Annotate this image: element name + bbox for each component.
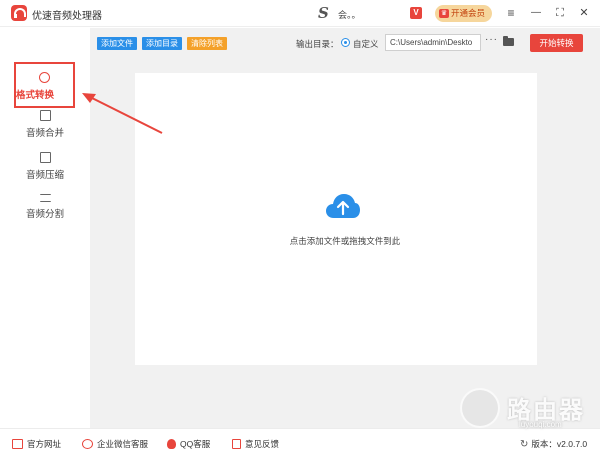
vip-button-label: 开通会员 [451, 8, 486, 18]
monitor-icon [12, 439, 23, 449]
sidebar-item-label: 格式转换 [16, 90, 55, 101]
qq-service-link[interactable]: QQ客服 [167, 438, 210, 450]
custom-radio[interactable] [341, 38, 350, 47]
app-logo-icon [11, 5, 30, 21]
sidebar-item-label: 音频分割 [25, 209, 64, 220]
output-path-input[interactable] [385, 34, 481, 51]
sidebar: 格式转换 音频合并 音频压缩 音频分割 [0, 28, 90, 428]
crown-icon: ♛ [439, 9, 449, 18]
maximize-button[interactable]: ⛶ [552, 4, 568, 22]
title-bar: 优速音频处理器 S 会。。 V ♛ 开通会员 ≡ — ⛶ ✕ [0, 0, 600, 27]
vip-button[interactable]: ♛ 开通会员 [435, 5, 492, 22]
minimize-button[interactable]: — [528, 4, 544, 22]
cloud-upload-icon [326, 194, 360, 218]
sidebar-item-label: 音频压缩 [25, 170, 64, 181]
sidebar-item-format-convert[interactable]: 格式转换 [14, 62, 75, 108]
audio-merge-icon [39, 110, 51, 121]
official-site-label: 官方网址 [27, 439, 62, 449]
version-label: 版本：v2.0.7.0 [531, 439, 588, 449]
sidebar-item-audio-split[interactable]: 音频分割 [0, 194, 90, 220]
official-site-link[interactable]: 官方网址 [12, 438, 61, 450]
vip-badge-icon[interactable]: V [410, 7, 422, 19]
clear-list-button[interactable]: 清除列表 [187, 37, 227, 50]
close-button[interactable]: ✕ [576, 4, 592, 22]
add-folder-button[interactable]: 添加目录 [142, 37, 182, 50]
main-panel: 添加文件 添加目录 清除列表 输出目录： 自定义 ··· 开始转换 点击添加文件… [90, 28, 600, 428]
refresh-icon: ↻ [520, 439, 529, 450]
custom-radio-label[interactable]: 自定义 [353, 38, 379, 50]
audio-compress-icon [39, 152, 51, 163]
sidebar-item-audio-compress[interactable]: 音频压缩 [0, 152, 90, 181]
sidebar-item-label: 音频合并 [25, 128, 64, 139]
wechat-service-link[interactable]: 企业微信客服 [82, 438, 148, 450]
menu-icon[interactable]: ≡ [503, 4, 519, 22]
feedback-icon [232, 439, 241, 449]
file-drop-area[interactable]: 点击添加文件或拖拽文件到此 [135, 73, 537, 365]
app-title: 优速音频处理器 [32, 11, 102, 22]
feedback-link[interactable]: 意见反馈 [232, 438, 279, 450]
start-convert-button[interactable]: 开始转换 [530, 34, 583, 52]
feedback-label: 意见反馈 [245, 439, 280, 449]
audio-split-icon [39, 194, 51, 202]
version-info[interactable]: ↻ 版本：v2.0.7.0 [520, 438, 587, 450]
folder-icon[interactable] [503, 36, 514, 46]
router-logo-icon [460, 388, 500, 428]
add-file-button[interactable]: 添加文件 [97, 37, 137, 50]
watermark: 路由器 luyouqi.com [455, 388, 600, 438]
wechat-service-label: 企业微信客服 [97, 439, 149, 449]
sidebar-item-audio-merge[interactable]: 音频合并 [0, 110, 90, 139]
format-convert-icon [39, 72, 50, 83]
watermark-sub: luyouqi.com [519, 420, 562, 429]
qq-service-label: QQ客服 [180, 439, 211, 449]
user-avatar-icon[interactable]: S [318, 5, 334, 21]
wechat-icon [82, 439, 93, 449]
user-name[interactable]: 会。。 [338, 8, 361, 21]
output-dir-label: 输出目录： [296, 39, 339, 49]
drop-hint: 点击添加文件或拖拽文件到此 [289, 236, 401, 246]
qq-icon [167, 439, 176, 449]
more-button[interactable]: ··· [485, 34, 498, 45]
